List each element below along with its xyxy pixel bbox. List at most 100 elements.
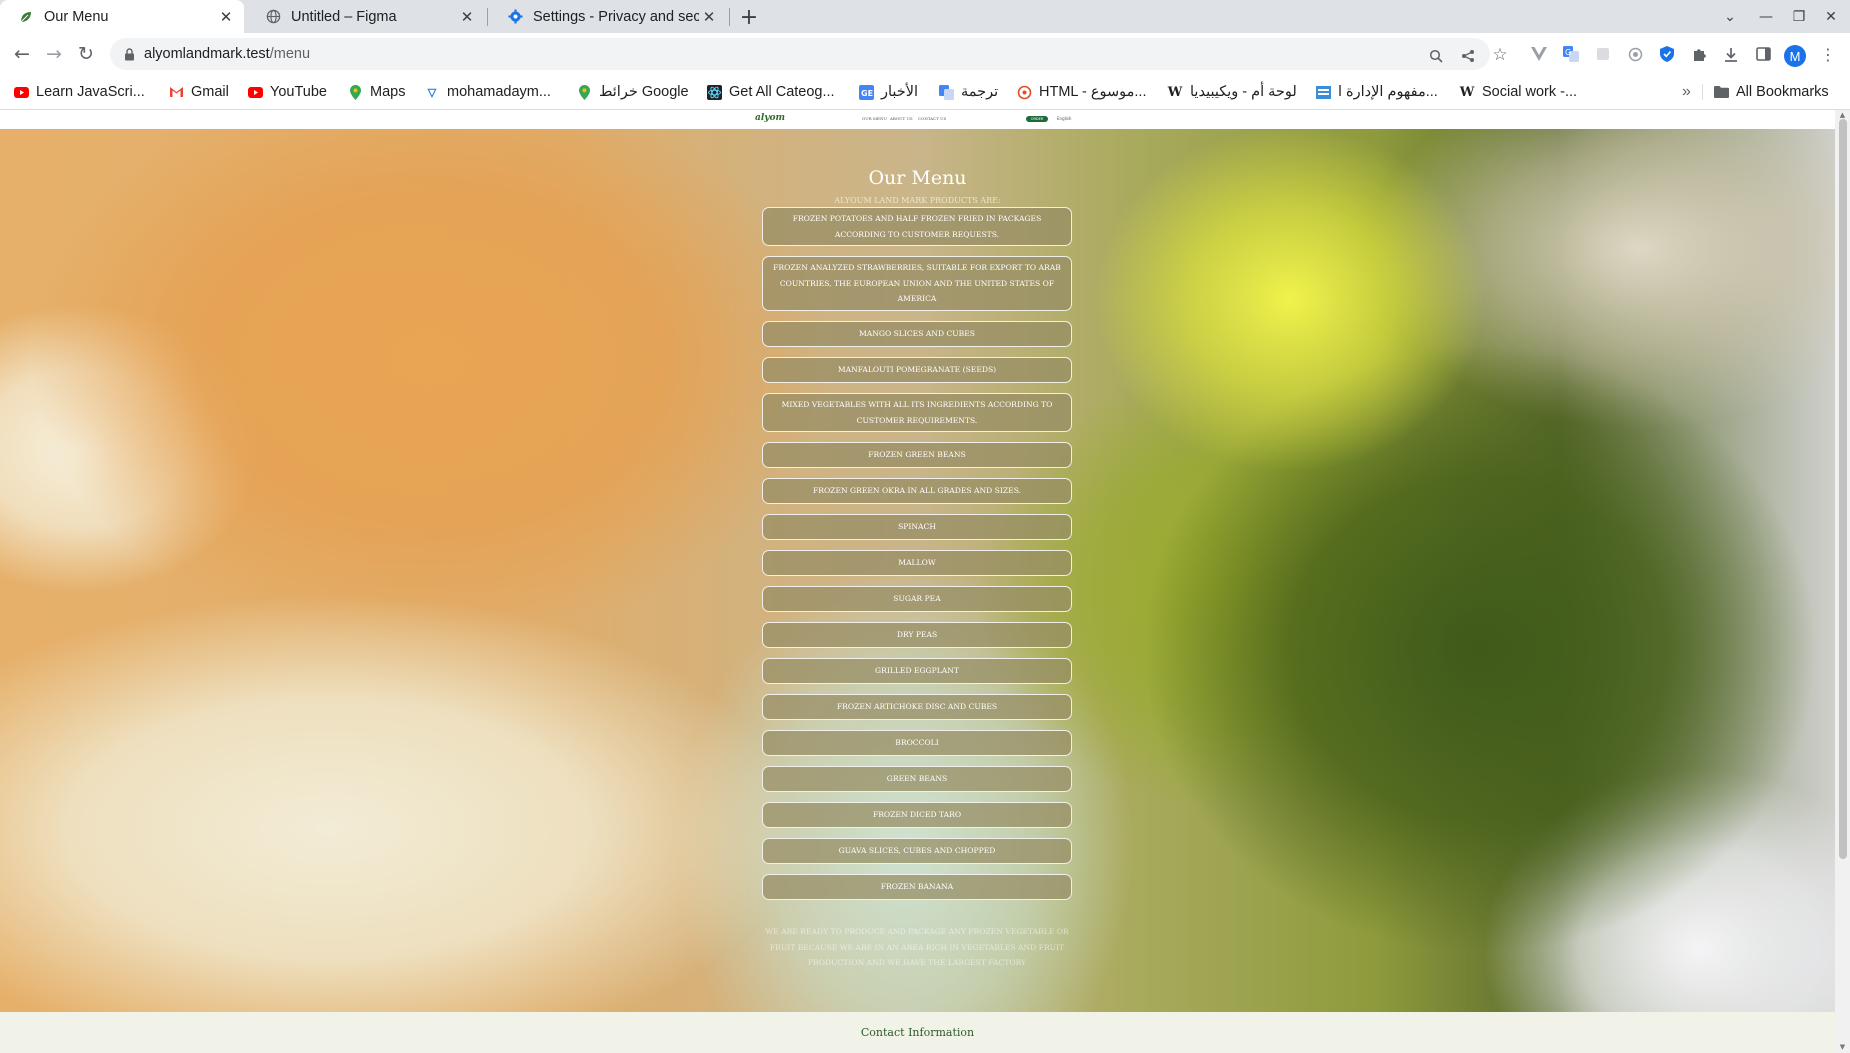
product-item[interactable]: FROZEN ANALYZED STRAWBERRIES, SUITABLE F… xyxy=(762,256,1072,311)
share-icon[interactable] xyxy=(1458,46,1478,66)
restore-icon[interactable]: ❐ xyxy=(1783,0,1815,33)
product-item[interactable]: BROCCOLI xyxy=(762,730,1072,756)
bookmark-maps[interactable]: Maps xyxy=(347,75,405,109)
site-info-icon[interactable] xyxy=(122,47,136,61)
gmail-icon xyxy=(168,84,184,100)
page-viewport: alyom OUR MENU ABOUT US CONTACT US ORDER… xyxy=(0,110,1835,1053)
side-panel-icon[interactable] xyxy=(1753,44,1773,64)
bookmark-social-work[interactable]: W Social work -... xyxy=(1459,75,1577,109)
back-icon[interactable]: ← xyxy=(8,40,36,68)
product-item[interactable]: FROZEN DICED TARO xyxy=(762,802,1072,828)
bookmarks-bar: Learn JavaScri... Gmail YouTube Maps ▽ m… xyxy=(0,75,1850,110)
forward-icon[interactable]: → xyxy=(40,40,68,68)
browser-toolbar: ← → ↻ alyomlandmark.test/menu ☆ G M ⋮ xyxy=(0,33,1850,75)
tab-our-menu[interactable]: Our Menu ✕ xyxy=(0,0,244,33)
address-bar[interactable]: alyomlandmark.test/menu xyxy=(110,38,1490,70)
vue-extension-icon[interactable] xyxy=(1529,44,1549,64)
product-item[interactable]: FROZEN BANANA xyxy=(762,874,1072,900)
bookmark-get-all-categories[interactable]: Get All Cateog... xyxy=(706,75,835,109)
bookmark-translate[interactable]: ترجمة xyxy=(938,75,998,109)
bookmarks-overflow-button[interactable]: » xyxy=(1682,75,1691,109)
site-logo[interactable]: alyom xyxy=(755,113,785,123)
product-item[interactable]: DRY PEAS xyxy=(762,622,1072,648)
bookmark-wikipedia-painting[interactable]: W لوحة أم - ويكيبيديا xyxy=(1167,75,1297,109)
youtube-icon xyxy=(13,84,29,100)
reload-icon[interactable]: ↻ xyxy=(72,40,100,68)
profile-avatar[interactable]: M xyxy=(1784,45,1806,67)
all-bookmarks-button[interactable]: All Bookmarks xyxy=(1713,75,1829,109)
bookmark-html-encyclopedia[interactable]: HTML - موسوع... xyxy=(1016,75,1146,109)
product-item[interactable]: GRILLED EGGPLANT xyxy=(762,658,1072,684)
bookmark-label: Gmail xyxy=(191,84,229,100)
product-item[interactable]: MANFALOUTI POMEGRANATE (SEEDS) xyxy=(762,357,1072,383)
product-item[interactable]: GREEN BEANS xyxy=(762,766,1072,792)
nav-our-menu[interactable]: OUR MENU xyxy=(862,116,887,121)
product-item[interactable]: MIXED VEGETABLES WITH ALL ITS INGREDIENT… xyxy=(762,393,1072,432)
close-tab-icon[interactable]: ✕ xyxy=(457,7,477,27)
page-scrollbar[interactable]: ▲ ▼ xyxy=(1835,110,1850,1053)
tab-figma[interactable]: Untitled – Figma ✕ xyxy=(247,0,485,33)
bookmark-label: mohamadaym... xyxy=(447,84,551,100)
product-item[interactable]: FROZEN POTATOES AND HALF FROZEN FRIED IN… xyxy=(762,207,1072,246)
bookmark-label: Maps xyxy=(370,84,406,100)
product-item[interactable]: MANGO SLICES AND CUBES xyxy=(762,321,1072,347)
extension-icon[interactable] xyxy=(1625,44,1645,64)
bookmark-management-concept[interactable]: مفهوم الإدارة ا... xyxy=(1315,75,1438,109)
tab-title: Settings - Privacy and sec xyxy=(533,8,699,25)
maps-pin-icon xyxy=(347,84,363,100)
tab-search-icon[interactable]: ⌄ xyxy=(1714,0,1746,33)
product-item[interactable]: FROZEN GREEN OKRA IN ALL GRADES AND SIZE… xyxy=(762,478,1072,504)
close-tab-icon[interactable]: ✕ xyxy=(699,7,719,27)
product-item[interactable]: SUGAR PEA xyxy=(762,586,1072,612)
bookmark-gmail[interactable]: Gmail xyxy=(168,75,229,109)
bookmark-learn-javascript[interactable]: Learn JavaScri... xyxy=(13,75,145,109)
scrollbar-thumb[interactable] xyxy=(1839,119,1847,859)
site-navbar: alyom OUR MENU ABOUT US CONTACT US ORDER… xyxy=(0,110,1835,129)
scroll-up-icon[interactable]: ▲ xyxy=(1838,111,1847,119)
tab-settings[interactable]: Settings - Privacy and sec ✕ xyxy=(489,0,727,33)
google-translate-extension-icon[interactable]: G xyxy=(1561,44,1581,64)
nav-about-us[interactable]: ABOUT US xyxy=(890,116,913,121)
news-icon: GE xyxy=(858,84,874,100)
language-select[interactable]: English xyxy=(1057,116,1071,121)
download-icon[interactable] xyxy=(1721,44,1741,64)
hero-background: Our Menu ALYOUM LAND MARK PRODUCTS ARE: … xyxy=(0,129,1835,1012)
bookmark-label: خرائط Google xyxy=(599,84,689,100)
bookmark-label: الأخبار xyxy=(881,84,919,100)
new-tab-button[interactable]: + xyxy=(736,4,762,30)
bookmark-label: Learn JavaScri... xyxy=(36,84,145,100)
bookmark-star-icon[interactable]: ☆ xyxy=(1490,45,1510,65)
bookmark-youtube[interactable]: YouTube xyxy=(247,75,327,109)
more-menu-icon[interactable]: ⋮ xyxy=(1818,44,1838,64)
order-button[interactable]: ORDER xyxy=(1026,116,1048,122)
product-item[interactable]: FROZEN ARTICHOKE DISC AND CUBES xyxy=(762,694,1072,720)
zoom-icon[interactable] xyxy=(1426,46,1446,66)
nav-contact-us[interactable]: CONTACT US xyxy=(918,116,946,121)
bookmark-label: ترجمة xyxy=(961,84,999,100)
close-tab-icon[interactable]: ✕ xyxy=(216,7,236,27)
product-item[interactable]: SPINACH xyxy=(762,514,1072,540)
bookmark-mohamadaym[interactable]: ▽ mohamadaym... xyxy=(424,75,551,109)
product-item[interactable]: MALLOW xyxy=(762,550,1072,576)
product-item[interactable]: FROZEN GREEN BEANS xyxy=(762,442,1072,468)
shield-extension-icon[interactable] xyxy=(1657,44,1677,64)
url-text: alyomlandmark.test/menu xyxy=(144,46,310,62)
extensions-puzzle-icon[interactable] xyxy=(1689,44,1709,64)
page-title: Our Menu xyxy=(868,167,967,189)
translate-icon xyxy=(938,84,954,100)
bookmark-label: مفهوم الإدارة ا... xyxy=(1338,84,1438,100)
bookmark-google-maps-arabic[interactable]: خرائط Google xyxy=(576,75,689,109)
tab-title: Our Menu xyxy=(44,8,109,25)
bookmark-site-icon: ▽ xyxy=(427,86,437,99)
wikipedia-icon: W xyxy=(1167,84,1183,100)
contact-information-label[interactable]: Contact Information xyxy=(861,1026,974,1039)
product-item[interactable]: GUAVA SLICES, CUBES AND CHOPPED xyxy=(762,838,1072,864)
minimize-icon[interactable]: — xyxy=(1750,0,1782,33)
close-window-icon[interactable]: ✕ xyxy=(1815,0,1847,33)
bookmark-label: YouTube xyxy=(270,84,327,100)
scroll-down-icon[interactable]: ▼ xyxy=(1838,1043,1847,1051)
html-site-icon xyxy=(1016,84,1032,100)
extension-icon[interactable] xyxy=(1593,44,1613,64)
leaf-icon xyxy=(18,9,34,25)
bookmark-news[interactable]: GE الأخبار xyxy=(858,75,918,109)
